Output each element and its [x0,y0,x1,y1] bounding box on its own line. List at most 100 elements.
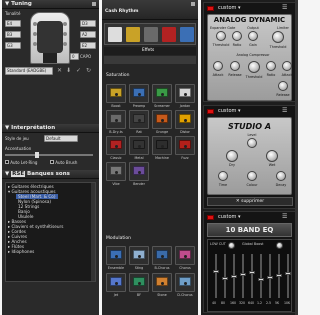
colour-knob[interactable] [247,171,257,181]
delete-icon[interactable]: ✕ [57,68,62,74]
close-icon[interactable] [92,2,96,6]
tab-effects[interactable]: Effets [142,48,154,53]
eq-band-fader[interactable] [258,254,264,298]
checkbox-icon[interactable] [5,160,9,164]
soundbanks-header[interactable]: ▼ RSE Banques sons [2,170,99,179]
pedal-distor[interactable] [175,110,195,129]
auto-let-ring-option[interactable]: Auto Let-Ring [5,160,37,165]
release-knob[interactable] [230,61,240,71]
pedal-b-dry-ts[interactable] [106,110,126,129]
limiter-threshold-knob[interactable] [272,31,284,43]
string-5-select[interactable]: A2 [80,31,96,38]
auto-brush-option[interactable]: Auto Brush [50,160,77,165]
time-knob[interactable] [218,171,228,181]
checkbox-icon[interactable] [50,160,54,164]
collapse-arrow-icon[interactable]: ▼ [5,125,9,131]
eq-band-fader[interactable] [249,254,255,298]
comp-ratio-knob[interactable] [266,61,276,71]
menu-icon[interactable]: ☰ [282,214,287,220]
menu-icon[interactable]: ☰ [282,5,287,11]
threshold-knob[interactable] [216,31,226,41]
pedal-d-chorus[interactable] [175,273,195,292]
pedal-classic[interactable] [106,136,126,155]
fader-thumb[interactable] [213,270,219,273]
pedal-chorus[interactable] [175,246,195,265]
pedal-vibe[interactable] [106,162,126,181]
low-cut-knob[interactable] [228,242,235,249]
fader-thumb[interactable] [285,272,291,275]
pedal-jet[interactable] [106,273,126,292]
chain-slot[interactable] [162,27,176,42]
pedal-rat[interactable] [129,110,149,129]
string-3-select[interactable]: G3 [5,42,21,49]
delete-effect-button[interactable]: ✕ supprimer [207,197,293,206]
gain-knob[interactable] [248,31,258,41]
pedal-stone[interactable] [152,273,172,292]
power-toggle[interactable] [207,109,214,114]
tuning-preset-select[interactable]: Standard (EADGBE) [5,67,53,75]
pedal-bf[interactable] [129,273,149,292]
collapse-arrow-icon[interactable]: ▼ [5,1,9,7]
string-1-select[interactable]: E4 [5,20,21,27]
level-knob[interactable] [247,138,257,148]
fader-thumb[interactable] [267,276,273,279]
tuning-header[interactable]: ▼ Tuning [2,0,99,9]
pedal-fuzz[interactable] [175,136,195,155]
fader-thumb[interactable] [249,271,255,274]
pedal-grunge[interactable] [152,110,172,129]
string-4-select[interactable]: D3 [80,20,96,27]
save-icon[interactable]: ⬇ [66,68,71,74]
power-toggle[interactable] [207,215,214,220]
eq-band-fader[interactable] [267,254,273,298]
pedal-jordan[interactable] [175,84,195,103]
eq-band-fader[interactable] [222,254,228,298]
comp-threshold-knob[interactable] [248,61,260,73]
dry-knob[interactable] [226,150,238,162]
fader-thumb[interactable] [222,277,228,280]
collapse-arrow-icon[interactable]: ▼ [5,171,9,177]
accent-slider[interactable] [5,152,93,158]
comp-release-knob[interactable] [278,81,288,91]
pedal-preamp[interactable] [129,84,149,103]
capo-value[interactable]: 0 [70,53,79,60]
scrollbar[interactable] [295,0,298,315]
power-toggle[interactable] [207,6,214,11]
scrollbar[interactable] [91,183,95,281]
tree-item[interactable]: ▸ Idiophones [8,249,34,254]
fader-thumb[interactable] [240,273,246,276]
chain-slot[interactable] [108,27,122,42]
eq-band-fader[interactable] [213,254,219,298]
preset-select[interactable]: custom ▾ [218,215,241,220]
preset-select[interactable]: custom ▾ [218,109,241,114]
menu-icon[interactable]: ☰ [282,108,287,114]
pedal-ensemble[interactable] [106,246,126,265]
string-6-select[interactable]: E2 [80,42,96,49]
close-icon[interactable] [191,2,195,6]
chain-slot[interactable] [126,27,140,42]
fader-thumb[interactable] [258,278,264,281]
wet-knob[interactable] [266,150,278,162]
refresh-icon[interactable]: ↻ [86,68,91,74]
fader-thumb[interactable] [231,275,237,278]
eq-band-fader[interactable] [285,254,291,298]
slider-thumb[interactable] [35,152,39,158]
pedal-bender[interactable] [129,162,149,181]
comp-attack-knob[interactable] [282,61,292,71]
interpretation-header[interactable]: ▼ Interprétation [2,124,99,133]
attack-knob[interactable] [213,61,223,71]
confirm-icon[interactable]: ✓ [76,68,81,74]
string-2-select[interactable]: B3 [5,31,21,38]
eq-band-fader[interactable] [231,254,237,298]
style-select[interactable]: Default [44,135,78,142]
eq-band-fader[interactable] [276,254,282,298]
decay-knob[interactable] [276,171,286,181]
preset-select[interactable]: custom ▾ [218,6,241,11]
pedal-screamer[interactable] [152,84,172,103]
pedal-boost[interactable] [106,84,126,103]
eq-band-fader[interactable] [240,254,246,298]
ratio-knob[interactable] [232,31,242,41]
fader-thumb[interactable] [276,274,282,277]
pedal-b-chorus[interactable] [152,246,172,265]
chain-slot[interactable] [180,27,194,42]
pedal-sting[interactable] [129,246,149,265]
